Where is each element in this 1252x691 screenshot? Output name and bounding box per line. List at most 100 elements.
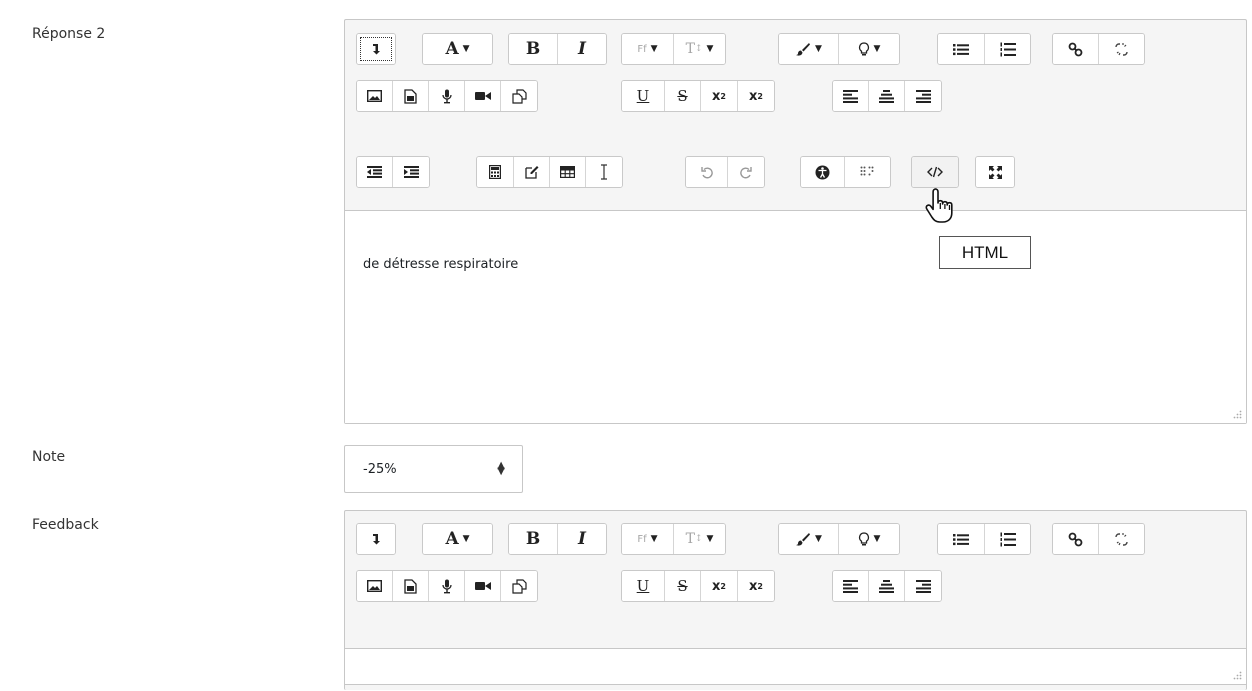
fb-align-center-button[interactable] <box>869 571 905 601</box>
font-size-icon: T <box>685 41 695 57</box>
image-button[interactable] <box>357 81 393 111</box>
align-left-icon <box>843 579 858 593</box>
fb-bold-button[interactable]: B <box>509 524 558 554</box>
outdent-icon <box>367 166 382 178</box>
font-family-button[interactable]: Ff ▼ <box>622 34 674 64</box>
indent-button[interactable] <box>393 157 429 187</box>
resize-handle[interactable] <box>1232 671 1242 681</box>
grade-label: Note <box>32 449 66 465</box>
align-center-button[interactable] <box>869 81 905 111</box>
media-button[interactable] <box>393 81 429 111</box>
font-size-button[interactable]: T ↕ ▼ <box>674 34 725 64</box>
fb-style-button[interactable]: A ▼ <box>423 524 492 554</box>
link-button[interactable] <box>1053 34 1099 64</box>
fb-strikethrough-button[interactable]: S <box>665 571 701 601</box>
subscript-icon: x <box>712 88 721 104</box>
fb-font-family-button[interactable]: Ff ▼ <box>622 524 674 554</box>
align-left-button[interactable] <box>833 81 869 111</box>
redo-button[interactable] <box>728 157 764 187</box>
microphone-icon <box>441 89 452 104</box>
fb-link-button[interactable] <box>1053 524 1099 554</box>
feedback-text-area[interactable] <box>345 648 1246 685</box>
clear-formatting-button[interactable] <box>586 157 622 187</box>
video-camera-icon <box>474 581 491 591</box>
fb-collapse-button[interactable] <box>357 524 395 554</box>
fb-align-right-button[interactable] <box>905 571 941 601</box>
superscript-button[interactable]: x2 <box>738 81 774 111</box>
equation-button[interactable] <box>477 157 514 187</box>
numbered-list-button[interactable] <box>985 34 1030 64</box>
subscript-digit: 2 <box>720 581 726 591</box>
fb-align-left-button[interactable] <box>833 571 869 601</box>
table-icon <box>560 166 575 178</box>
italic-button[interactable]: I <box>558 34 606 64</box>
fb-bullet-list-button[interactable] <box>938 524 985 554</box>
fb-font-size-button[interactable]: T ↕ ▼ <box>674 524 725 554</box>
media-icon <box>404 88 417 104</box>
align-right-button[interactable] <box>905 81 941 111</box>
fb-font-group: Ff ▼ T ↕ ▼ <box>621 523 726 555</box>
font-family-icon: Ff <box>637 43 647 55</box>
bullet-list-button[interactable] <box>938 34 985 64</box>
fb-unlink-button[interactable] <box>1099 524 1144 554</box>
align-center-icon <box>879 89 894 103</box>
accessibility-checker-button[interactable] <box>801 157 845 187</box>
answer-text: de détresse respiratoire <box>363 257 519 272</box>
fb-font-color-button[interactable]: ▼ <box>779 524 839 554</box>
indent-group <box>356 156 430 188</box>
fb-superscript-button[interactable]: x2 <box>738 571 774 601</box>
strikethrough-button[interactable]: S <box>665 81 701 111</box>
collapse-button[interactable] <box>357 34 395 64</box>
video-button[interactable] <box>465 81 501 111</box>
paragraph-style-icon: A <box>445 39 459 59</box>
bold-button[interactable]: B <box>509 34 558 64</box>
format-group: B I <box>508 33 607 65</box>
unlink-button[interactable] <box>1099 34 1144 64</box>
fb-image-button[interactable] <box>357 571 393 601</box>
background-color-button[interactable]: ▼ <box>839 34 899 64</box>
html-button[interactable] <box>912 157 958 187</box>
outdent-button[interactable] <box>357 157 393 187</box>
select-arrows-icon: ▲ ▼ <box>497 460 505 477</box>
table-button[interactable] <box>550 157 586 187</box>
underline-button[interactable]: U <box>622 81 665 111</box>
font-color-button[interactable]: ▼ <box>779 34 839 64</box>
feedback-label: Feedback <box>32 517 99 533</box>
fb-style-group: A ▼ <box>422 523 493 555</box>
special-characters-button[interactable] <box>514 157 550 187</box>
edit-icon <box>524 165 539 179</box>
resize-handle[interactable] <box>1232 410 1242 420</box>
fb-italic-button[interactable]: I <box>558 524 606 554</box>
paragraph-style-icon: A <box>445 529 459 549</box>
fullscreen-button[interactable] <box>976 157 1014 187</box>
fb-text-style-group: U S x2 x2 <box>621 570 775 602</box>
fb-format-group: B I <box>508 523 607 555</box>
screenreader-icon <box>860 166 876 178</box>
link-icon <box>1068 42 1083 57</box>
fb-media-button[interactable] <box>393 571 429 601</box>
fb-underline-button[interactable]: U <box>622 571 665 601</box>
tools-group <box>476 156 623 188</box>
subscript-button[interactable]: x2 <box>701 81 738 111</box>
style-button[interactable]: A ▼ <box>423 34 492 64</box>
audio-button[interactable] <box>429 81 465 111</box>
screenreader-helper-button[interactable] <box>845 157 890 187</box>
html-code-icon <box>927 166 943 178</box>
collapse-icon <box>371 43 381 55</box>
undo-button[interactable] <box>686 157 728 187</box>
grade-select[interactable]: -25% ▲ ▼ <box>344 445 523 493</box>
fb-subscript-button[interactable]: x2 <box>701 571 738 601</box>
manage-files-button[interactable] <box>501 81 537 111</box>
answer-text-area[interactable]: de détresse respiratoire <box>345 210 1246 423</box>
text-style-group: U S x2 x2 <box>621 80 775 112</box>
link-icon <box>1068 532 1083 547</box>
fb-audio-button[interactable] <box>429 571 465 601</box>
fb-manage-files-button[interactable] <box>501 571 537 601</box>
html-group <box>911 156 959 188</box>
fb-numbered-list-button[interactable] <box>985 524 1030 554</box>
fb-video-button[interactable] <box>465 571 501 601</box>
fb-background-color-button[interactable]: ▼ <box>839 524 899 554</box>
feedback-editor: A ▼ B I Ff ▼ T ↕ ▼ ▼ ▼ U S x 2 x 2 <box>344 510 1247 690</box>
unlink-icon <box>1114 42 1129 57</box>
video-camera-icon <box>474 91 491 101</box>
